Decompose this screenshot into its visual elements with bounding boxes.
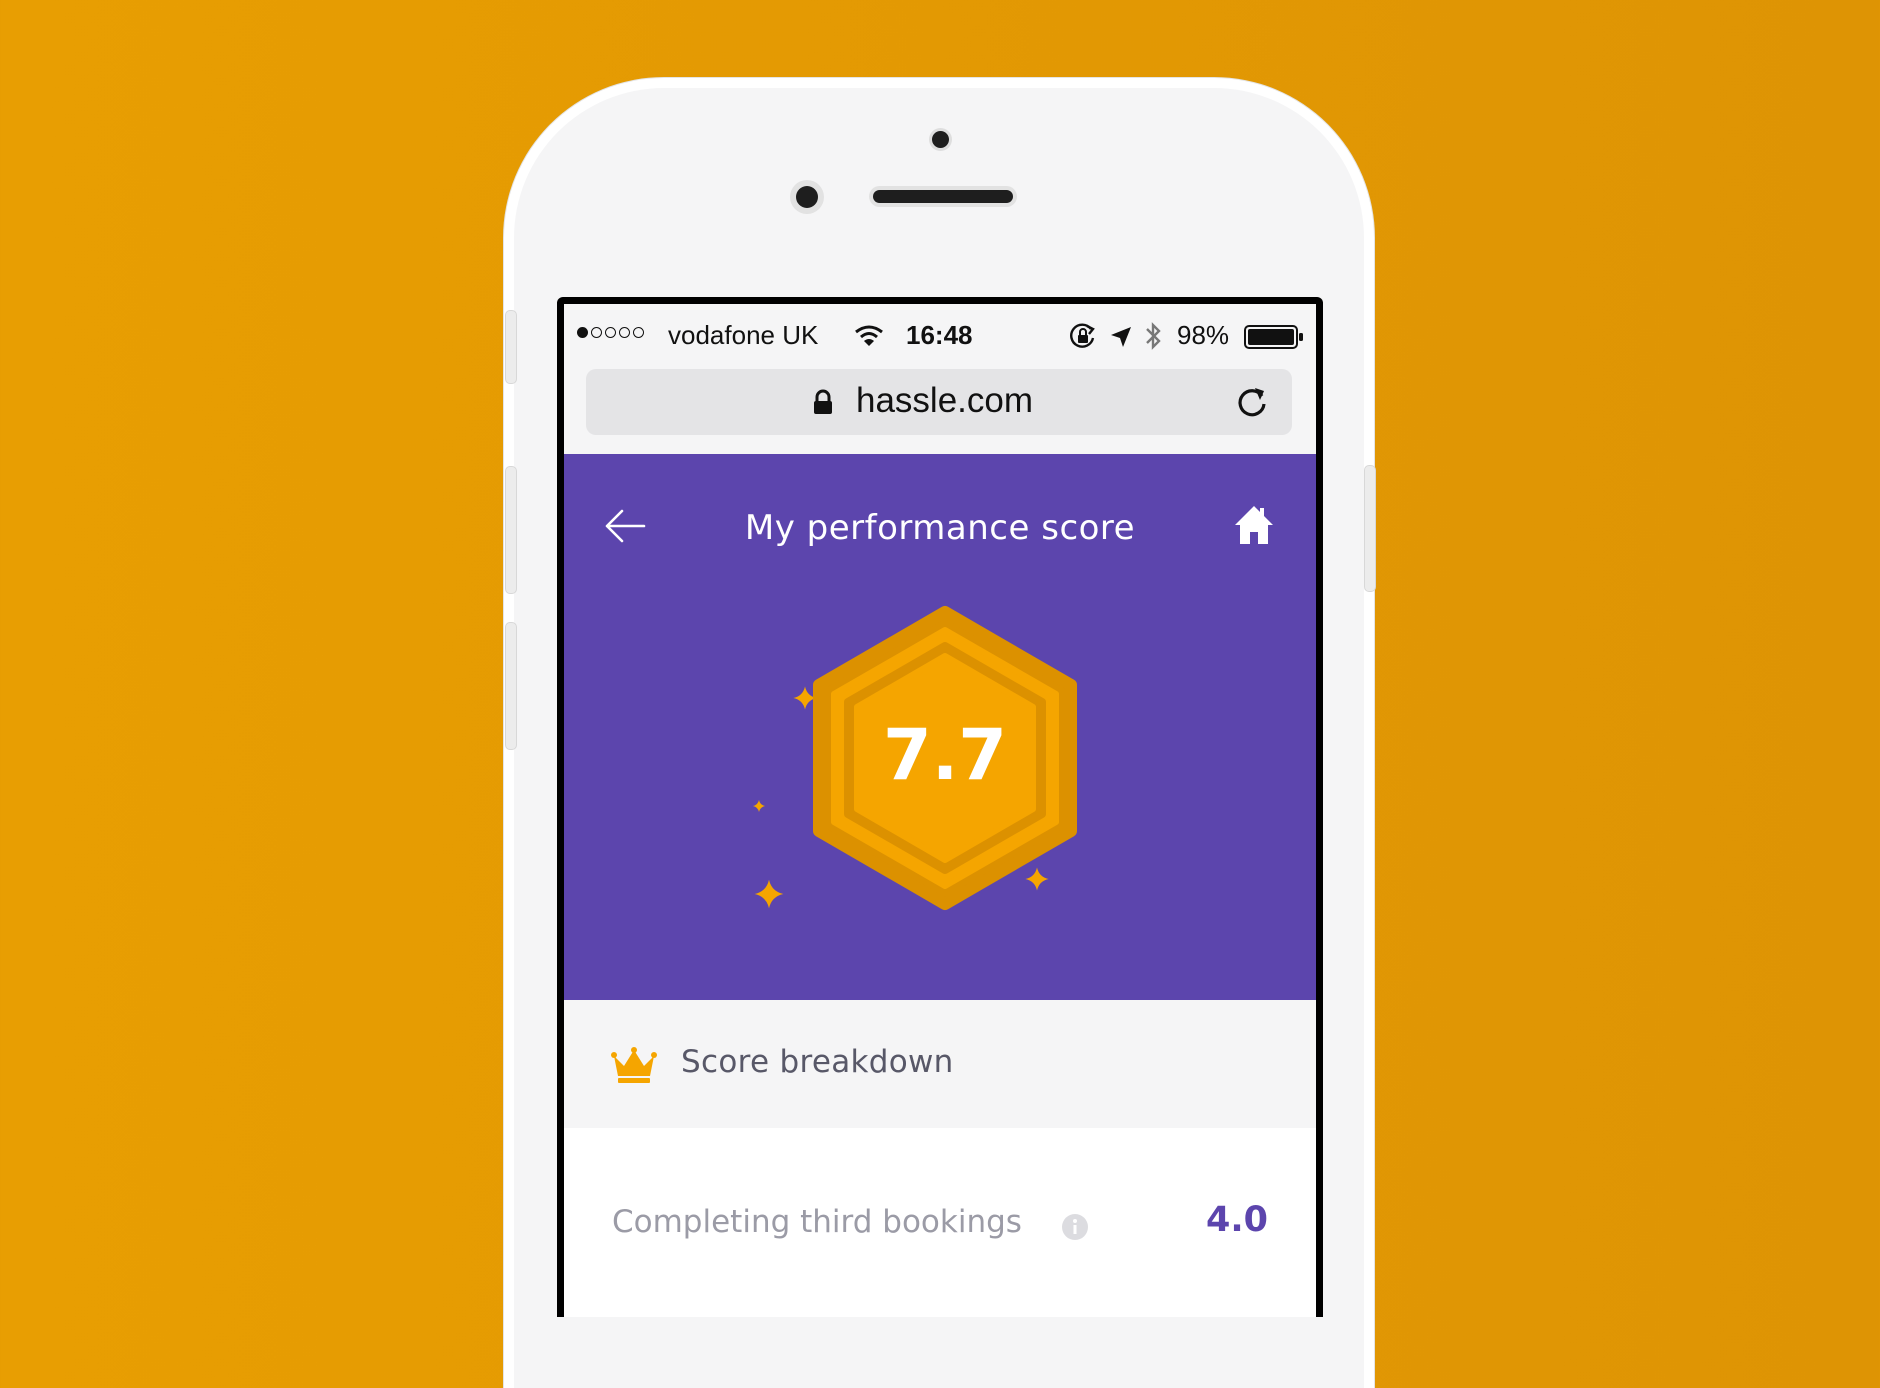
signal-strength	[577, 327, 644, 338]
score-breakdown-header: Score breakdown	[564, 1000, 1316, 1128]
page-title: My performance score	[744, 508, 1136, 548]
status-time: 16:48	[906, 320, 973, 350]
url-text[interactable]: hassle.com	[856, 381, 1033, 421]
reload-icon[interactable]	[1234, 384, 1270, 424]
padlock-icon	[812, 389, 834, 419]
status-bar: vodafone UK 16:48 98%	[564, 304, 1316, 366]
orientation-lock-icon	[1070, 323, 1096, 356]
breakdown-row-label: Completing third bookings	[612, 1204, 1022, 1240]
location-arrow-icon	[1110, 324, 1132, 355]
carrier-name: vodafone UK	[668, 320, 819, 350]
battery-percent: 98%	[1177, 320, 1230, 350]
earpiece-speaker	[873, 190, 1013, 203]
sparkle-icon	[754, 879, 784, 909]
score-value: 7.7	[882, 714, 1007, 796]
crown-icon	[611, 1046, 657, 1088]
score-hero: My performance score 7.7	[564, 454, 1316, 1000]
wifi-icon	[854, 324, 884, 355]
browser-viewport: vodafone UK 16:48 98% hassle.com My perf…	[564, 304, 1316, 1317]
home-icon[interactable]	[1233, 504, 1275, 550]
breakdown-row[interactable]: Completing third bookings 4.0	[564, 1128, 1316, 1317]
power-button	[1364, 465, 1376, 592]
sparkle-icon	[1025, 867, 1049, 891]
battery-icon	[1244, 325, 1304, 356]
info-icon[interactable]	[1061, 1213, 1089, 1245]
address-bar[interactable]: hassle.com	[586, 369, 1292, 435]
front-camera	[796, 186, 818, 208]
volume-down-button	[505, 622, 517, 750]
phone-screen: vodafone UK 16:48 98% hassle.com My perf…	[557, 297, 1323, 1317]
score-badge: 7.7	[745, 586, 1145, 989]
sparkle-icon	[752, 799, 766, 813]
proximity-sensor	[932, 131, 949, 148]
mute-switch	[505, 310, 517, 384]
breakdown-row-value: 4.0	[1205, 1200, 1268, 1240]
bluetooth-icon	[1144, 321, 1162, 358]
breakdown-title: Score breakdown	[681, 1044, 954, 1080]
volume-up-button	[505, 466, 517, 594]
